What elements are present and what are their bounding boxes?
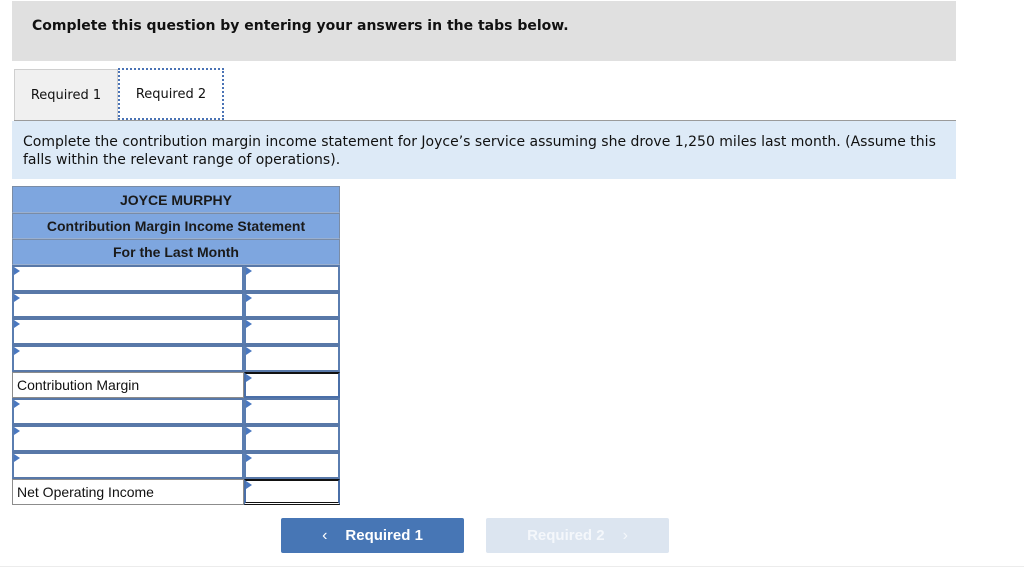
line-item-label-cell[interactable] (12, 451, 244, 479)
tab-bar: Required 1 Required 2 (14, 68, 224, 122)
dropdown-marker-icon (246, 373, 252, 382)
amount-input[interactable] (246, 347, 338, 370)
line-item-label-input[interactable] (14, 320, 242, 344)
amount-cell[interactable] (244, 265, 340, 292)
question-instructions: Complete the contribution margin income … (12, 121, 956, 179)
statement-period: For the Last Month (12, 239, 340, 265)
amount-cell[interactable] (244, 451, 340, 479)
dropdown-marker-icon (246, 347, 252, 356)
previous-button-label: Required 1 (345, 527, 423, 544)
tab-required-2[interactable]: Required 2 (118, 68, 224, 120)
table-row (12, 451, 340, 479)
line-item-label-input[interactable] (14, 347, 242, 370)
table-row (12, 398, 340, 426)
table-row (12, 291, 340, 319)
contribution-margin-label: Contribution Margin (12, 371, 244, 399)
table-row (12, 318, 340, 346)
next-button-label: Required 2 (527, 527, 605, 544)
amount-cell[interactable] (244, 318, 340, 346)
line-item-label-cell[interactable] (12, 398, 244, 426)
amount-input[interactable] (246, 267, 338, 290)
line-item-label-input[interactable] (14, 453, 242, 477)
dropdown-marker-icon (246, 320, 252, 329)
line-item-label-input[interactable] (14, 293, 242, 317)
contribution-margin-amount-cell[interactable] (244, 371, 340, 399)
next-required-2-button[interactable]: Required 2 › (486, 518, 669, 553)
dropdown-marker-icon (246, 453, 252, 462)
net-operating-income-amount-cell[interactable] (244, 478, 340, 506)
dropdown-marker-icon (246, 480, 252, 489)
table-row (12, 265, 340, 292)
line-item-label-cell[interactable] (12, 345, 244, 372)
amount-cell[interactable] (244, 425, 340, 452)
line-item-label-input[interactable] (14, 427, 242, 450)
line-item-label-cell[interactable] (12, 318, 244, 346)
net-operating-income-label: Net Operating Income (12, 478, 244, 506)
line-item-label-cell[interactable] (12, 425, 244, 452)
amount-cell[interactable] (244, 398, 340, 426)
dropdown-marker-icon (14, 267, 20, 275)
dropdown-marker-icon (14, 320, 20, 329)
dropdown-marker-icon (246, 293, 252, 302)
dropdown-marker-icon (14, 347, 20, 356)
statement-company: JOYCE MURPHY (12, 186, 340, 213)
chevron-right-icon: › (622, 526, 628, 544)
amount-input[interactable] (246, 320, 338, 344)
line-item-label-input[interactable] (14, 400, 242, 424)
header-title: Complete this question by entering your … (32, 18, 569, 34)
table-row-net-operating-income: Net Operating Income (12, 478, 340, 506)
net-operating-income-input[interactable] (246, 480, 338, 503)
instructions-header: Complete this question by entering your … (12, 1, 956, 61)
income-statement-table: JOYCE MURPHY Contribution Margin Income … (12, 186, 340, 506)
line-item-label-input[interactable] (14, 267, 242, 290)
dropdown-marker-icon (246, 400, 252, 409)
previous-required-1-button[interactable]: ‹ Required 1 (281, 518, 464, 553)
footer-divider (0, 566, 1024, 567)
line-item-label-cell[interactable] (12, 265, 244, 292)
dropdown-marker-icon (14, 427, 20, 436)
amount-input[interactable] (246, 293, 338, 317)
amount-input[interactable] (246, 400, 338, 424)
dropdown-marker-icon (14, 293, 20, 302)
tab-required-1[interactable]: Required 1 (14, 69, 118, 121)
dropdown-marker-icon (246, 267, 252, 275)
table-row-contribution-margin: Contribution Margin (12, 371, 340, 399)
amount-input[interactable] (246, 427, 338, 450)
dropdown-marker-icon (14, 453, 20, 462)
dropdown-marker-icon (246, 427, 252, 436)
dropdown-marker-icon (14, 400, 20, 409)
table-row (12, 425, 340, 452)
amount-cell[interactable] (244, 345, 340, 372)
table-row (12, 345, 340, 372)
contribution-margin-input[interactable] (246, 373, 338, 397)
amount-cell[interactable] (244, 291, 340, 319)
amount-input[interactable] (246, 453, 338, 477)
statement-title: Contribution Margin Income Statement (12, 213, 340, 239)
line-item-label-cell[interactable] (12, 291, 244, 319)
chevron-left-icon: ‹ (322, 526, 328, 544)
